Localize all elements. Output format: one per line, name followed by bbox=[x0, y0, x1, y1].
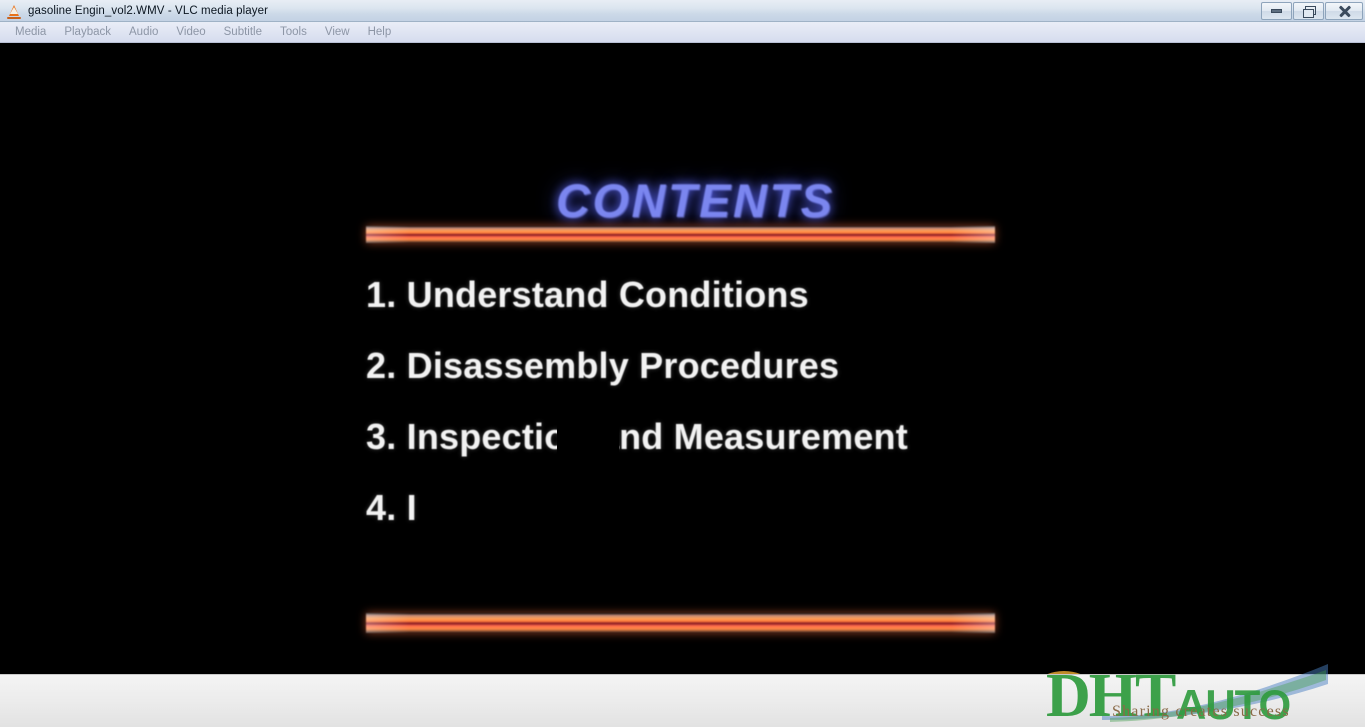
window-controls bbox=[1261, 2, 1363, 20]
slide-list-item-4: 4. I bbox=[366, 487, 417, 528]
window-title: gasoline Engin_vol2.WMV - VLC media play… bbox=[28, 4, 269, 17]
slide-divider-bottom bbox=[366, 613, 995, 633]
menu-item-media[interactable]: Media bbox=[6, 24, 55, 40]
restore-icon bbox=[1302, 6, 1316, 18]
slide-list-item-3: 3. Inspection and Measurement bbox=[366, 416, 908, 457]
slide-render-gap bbox=[557, 411, 619, 459]
vlc-window: gasoline Engin_vol2.WMV - VLC media play… bbox=[0, 0, 1365, 727]
menu-bar: Media Playback Audio Video Subtitle Tool… bbox=[0, 22, 1365, 43]
menu-item-help[interactable]: Help bbox=[359, 24, 401, 40]
slide-title: CONTENTS bbox=[556, 174, 835, 227]
close-icon bbox=[1338, 5, 1351, 17]
menu-item-playback[interactable]: Playback bbox=[55, 24, 120, 40]
restore-button[interactable] bbox=[1293, 2, 1324, 20]
watermark-tagline: Sharing creates success bbox=[1112, 703, 1290, 720]
video-surface[interactable]: CONTENTS 1. Understand Conditions 2. Dis… bbox=[0, 43, 1365, 674]
slide-list-item-1: 1. Understand Conditions bbox=[366, 274, 809, 315]
minimize-icon bbox=[1271, 9, 1282, 13]
menu-item-tools[interactable]: Tools bbox=[271, 24, 316, 40]
menu-item-audio[interactable]: Audio bbox=[120, 24, 167, 40]
slide-list-item-2: 2. Disassembly Procedures bbox=[366, 345, 840, 386]
menu-item-view[interactable]: View bbox=[316, 24, 359, 40]
minimize-button[interactable] bbox=[1261, 2, 1292, 20]
slide-divider-top bbox=[366, 226, 995, 243]
close-button[interactable] bbox=[1325, 2, 1363, 20]
video-slide: CONTENTS 1. Understand Conditions 2. Dis… bbox=[0, 43, 1365, 674]
title-bar: gasoline Engin_vol2.WMV - VLC media play… bbox=[0, 0, 1365, 22]
vlc-cone-icon bbox=[6, 3, 22, 19]
menu-item-video[interactable]: Video bbox=[167, 24, 214, 40]
menu-item-subtitle[interactable]: Subtitle bbox=[215, 24, 271, 40]
